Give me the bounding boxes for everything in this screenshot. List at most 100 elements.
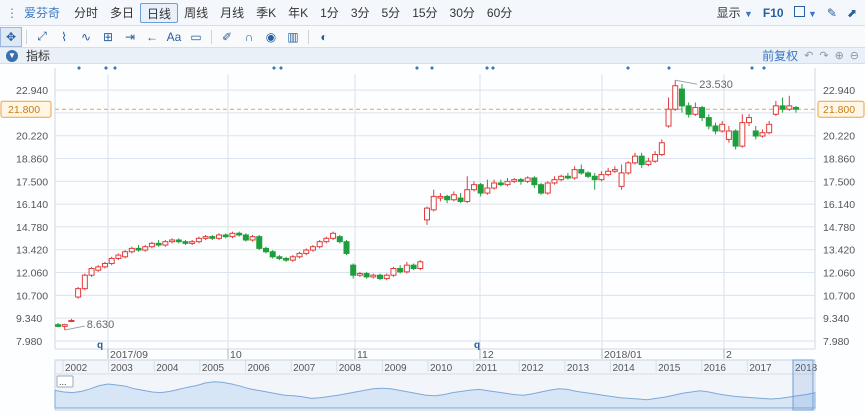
comment-icon[interactable]: ▭ bbox=[185, 27, 207, 47]
candle-body bbox=[95, 266, 102, 271]
tab-30min[interactable]: 30分 bbox=[444, 3, 481, 23]
candle-body bbox=[229, 232, 236, 238]
navigator-year-label: 2012 bbox=[521, 363, 544, 374]
x-tick-label: 2017/09 bbox=[110, 349, 148, 361]
tab-duori[interactable]: 多日 bbox=[104, 3, 140, 23]
candle-body bbox=[752, 130, 759, 137]
candle-body bbox=[712, 125, 719, 132]
crosshair-icon[interactable]: ✥ bbox=[0, 26, 22, 47]
candle-body bbox=[377, 274, 384, 280]
candle-body bbox=[236, 232, 243, 236]
tab-fenshi[interactable]: 分时 bbox=[68, 3, 104, 23]
candle-body bbox=[430, 195, 437, 211]
candle-body bbox=[705, 117, 712, 127]
candle-body bbox=[793, 107, 799, 110]
candle-body bbox=[390, 268, 397, 276]
pencil-icon[interactable]: ✎ bbox=[827, 6, 837, 20]
trash-icon[interactable]: ▥ bbox=[282, 27, 304, 47]
arrow-icon[interactable]: ← bbox=[141, 27, 163, 47]
candle-body bbox=[242, 234, 249, 241]
zoom-out-icon[interactable]: ⊖ bbox=[850, 49, 859, 62]
tab-zhouxian[interactable]: 周线 bbox=[178, 3, 214, 23]
candle-body bbox=[128, 247, 135, 253]
candlestick-chart[interactable]: 7.980 9.340 10.700 12.060 13.420 14.780 16.140… bbox=[0, 64, 865, 414]
drag-handle-icon[interactable]: ⋮ bbox=[0, 0, 24, 26]
pin-icon[interactable]: ⬈ bbox=[847, 6, 857, 20]
pen-icon[interactable]: ✐ bbox=[216, 27, 238, 47]
tab-niank[interactable]: 年K bbox=[282, 3, 314, 23]
toggle-icon[interactable]: ◐ bbox=[313, 27, 335, 47]
f10-button[interactable]: F10 bbox=[763, 6, 784, 20]
candle-body bbox=[598, 174, 605, 181]
candle-body bbox=[719, 123, 726, 132]
tab-yuexian[interactable]: 月线 bbox=[214, 3, 250, 23]
stock-symbol[interactable]: 爱芬奇 bbox=[24, 4, 60, 21]
tab-rixian[interactable]: 日线 bbox=[140, 2, 179, 23]
candle-body bbox=[585, 172, 592, 177]
candle-body bbox=[725, 130, 732, 140]
candle-body bbox=[444, 195, 451, 201]
candle-body bbox=[417, 261, 424, 270]
window-mode-dropdown[interactable]: ▼ bbox=[793, 5, 817, 20]
magnet-icon[interactable]: ∩ bbox=[238, 27, 260, 47]
undo-icon[interactable]: ↶ bbox=[804, 49, 813, 62]
candle-body bbox=[115, 254, 122, 259]
candle-body bbox=[256, 236, 263, 249]
collapse-icon[interactable]: ▼ bbox=[6, 49, 18, 62]
candle-body bbox=[303, 249, 310, 254]
quarter-marker: q bbox=[97, 340, 103, 351]
navigator-year-label: 2004 bbox=[156, 363, 179, 374]
y-tick-label: 16.140 bbox=[16, 199, 48, 211]
y-tick-label: 20.220 bbox=[823, 131, 855, 143]
tab-60min[interactable]: 60分 bbox=[481, 3, 518, 23]
y-tick-label: 9.340 bbox=[823, 313, 849, 325]
max-price-label: 23.530 bbox=[699, 79, 733, 91]
candle-body bbox=[81, 274, 88, 290]
y-tick-label: 9.340 bbox=[16, 313, 42, 325]
y-tick-label: 7.980 bbox=[823, 336, 849, 348]
tab-5min[interactable]: 5分 bbox=[376, 3, 407, 23]
y-tick-label: 14.780 bbox=[16, 222, 48, 234]
measure-icon[interactable]: ⊞ bbox=[97, 27, 119, 47]
line-icon[interactable]: ⤢ bbox=[31, 27, 53, 47]
tab-1min[interactable]: 1分 bbox=[314, 3, 345, 23]
y-tick-label: 13.420 bbox=[16, 245, 48, 257]
chevron-down-icon: ▼ bbox=[807, 8, 817, 19]
candle-body bbox=[403, 264, 410, 273]
candle-body bbox=[202, 236, 209, 239]
navigator-year-label: 2003 bbox=[111, 363, 134, 374]
y-tick-label: 7.980 bbox=[16, 336, 42, 348]
indicator-bar: ▼ 指标 前复权 ↶ ↷ ⊕ ⊖ bbox=[0, 48, 865, 64]
adjust-mode-button[interactable]: 前复权 bbox=[762, 47, 798, 64]
range-icon[interactable]: ⇥ bbox=[119, 27, 141, 47]
display-dropdown[interactable]: 显示 ▼ bbox=[717, 4, 753, 21]
tab-15min[interactable]: 15分 bbox=[406, 3, 443, 23]
candle-body bbox=[558, 175, 565, 181]
candle-body bbox=[356, 273, 363, 276]
navigator-year-label: 2017 bbox=[749, 363, 772, 374]
tab-jik[interactable]: 季K bbox=[250, 3, 282, 23]
candle-body bbox=[296, 252, 303, 258]
quarter-marker: q bbox=[474, 340, 480, 351]
candle-body bbox=[766, 123, 773, 134]
text-icon[interactable]: Aa bbox=[163, 27, 185, 47]
redo-icon[interactable]: ↷ bbox=[819, 49, 828, 62]
navigator-year-label: 2015 bbox=[658, 363, 681, 374]
indicator-label[interactable]: 指标 bbox=[26, 47, 50, 64]
navigator-year-label: 2002 bbox=[65, 363, 88, 374]
candle-body bbox=[732, 130, 739, 147]
candle-body bbox=[122, 251, 129, 258]
candle-body bbox=[397, 268, 404, 273]
eye-icon[interactable]: ◉ bbox=[260, 27, 282, 47]
wave-icon[interactable]: ∿ bbox=[75, 27, 97, 47]
y-tick-label: 14.780 bbox=[823, 222, 855, 234]
polyline-icon[interactable]: ⌇ bbox=[53, 27, 75, 47]
candle-body bbox=[477, 184, 484, 194]
candle-body bbox=[276, 256, 283, 259]
navigator[interactable]: 2002 2003 2004 2005 2006 2007 2008 2009 2010 2011… bbox=[54, 359, 818, 411]
candle-body bbox=[108, 257, 115, 264]
candle-body bbox=[564, 175, 571, 179]
zoom-in-icon[interactable]: ⊕ bbox=[835, 49, 844, 62]
tab-3min[interactable]: 3分 bbox=[345, 3, 376, 23]
candle-body bbox=[457, 197, 464, 202]
